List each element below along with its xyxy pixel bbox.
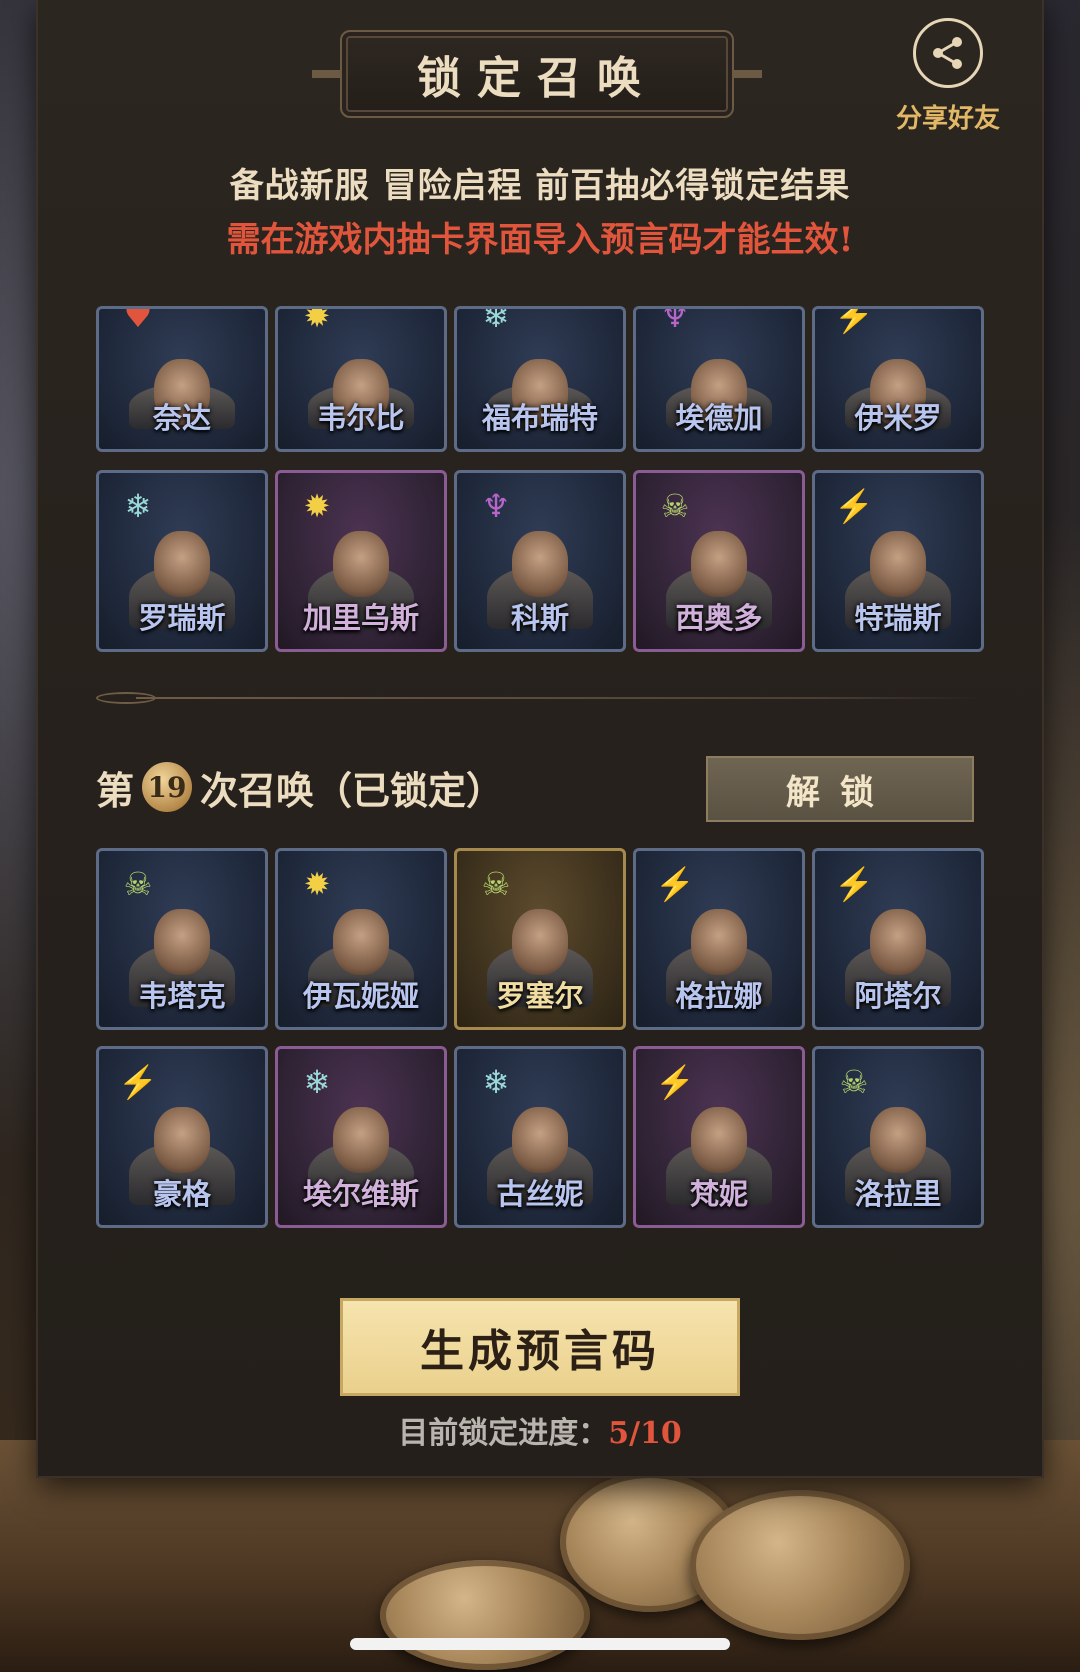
unlock-button[interactable]: 解锁 <box>706 756 974 822</box>
hero-name: 梵妮 <box>689 1177 748 1211</box>
home-indicator[interactable] <box>350 1638 730 1650</box>
bolt-icon: ⚡ <box>834 487 874 525</box>
hero-name: 罗瑞斯 <box>138 601 226 635</box>
hero-card[interactable]: ❄ 福布瑞特 <box>454 306 626 452</box>
hero-name: 古丝妮 <box>496 1177 584 1211</box>
hero-name: 阿塔尔 <box>854 979 942 1013</box>
hero-name: 西奥多 <box>675 601 763 635</box>
sun-icon: ✹ <box>303 487 331 525</box>
hero-card[interactable]: ♆ 科斯 <box>454 470 626 652</box>
hero-name: 伊米罗 <box>854 401 942 435</box>
frost-icon: ❄ <box>124 487 152 525</box>
hero-card[interactable]: ⚡ 格拉娜 <box>633 848 805 1030</box>
hero-card[interactable]: ⚡ 伊米罗 <box>812 306 984 452</box>
skull-icon: ☠ <box>660 487 690 525</box>
hero-card[interactable]: ⚡ 特瑞斯 <box>812 470 984 652</box>
hero-name: 特瑞斯 <box>854 601 942 635</box>
share-label[interactable]: 分享好友 <box>888 98 1008 135</box>
hero-card[interactable]: ☠ 西奥多 <box>633 470 805 652</box>
hero-card[interactable]: ✹ 韦尔比 <box>275 306 447 452</box>
sun-icon: ✹ <box>303 865 331 903</box>
coin-decoration <box>690 1490 910 1640</box>
round-heading: 第 19 次召唤（已锁定） <box>96 754 504 820</box>
generate-code-button[interactable]: 生成预言码 <box>340 1298 740 1396</box>
hero-name: 加里乌斯 <box>302 601 419 635</box>
section-divider <box>96 692 980 704</box>
progress-value: 5/10 <box>608 1416 682 1451</box>
event-subtitle: 备战新服 冒险启程 前百抽必得锁定结果 <box>229 166 851 206</box>
skull-icon: ☠ <box>123 865 153 903</box>
lock-progress: 目前锁定进度：5/10 <box>0 1408 1080 1452</box>
skull-icon: ☠ <box>839 1063 869 1101</box>
round-number-badge: 19 <box>142 762 193 812</box>
hero-card[interactable]: ☠ 韦塔克 <box>96 848 268 1030</box>
hero-card[interactable]: ⚡ 梵妮 <box>633 1046 805 1228</box>
hero-name: 豪格 <box>152 1177 211 1211</box>
hero-card[interactable]: ☠ 罗塞尔 <box>454 848 626 1030</box>
hero-card[interactable]: ❄ 罗瑞斯 <box>96 470 268 652</box>
hero-card[interactable]: ✹ 加里乌斯 <box>275 470 447 652</box>
share-icon[interactable] <box>913 18 983 88</box>
bolt-icon: ⚡ <box>655 865 695 903</box>
hero-card[interactable]: ♥ 奈达 <box>96 306 268 452</box>
hero-card[interactable]: ❄ 埃尔维斯 <box>275 1046 447 1228</box>
hero-name: 福布瑞特 <box>481 401 598 435</box>
hero-name: 韦塔克 <box>138 979 226 1013</box>
hero-name: 罗塞尔 <box>496 979 584 1013</box>
demon-icon: ♆ <box>660 306 690 335</box>
hero-card[interactable]: ♆ 埃德加 <box>633 306 805 452</box>
progress-label: 目前锁定进度： <box>398 1416 609 1451</box>
hero-name: 洛拉里 <box>854 1177 942 1211</box>
round-suffix: 次召唤（已锁定） <box>200 767 505 813</box>
hero-name: 韦尔比 <box>317 401 405 435</box>
hero-card[interactable]: ✹ 伊瓦妮娅 <box>275 848 447 1030</box>
title-plate: 锁定召唤 <box>312 30 762 118</box>
bolt-icon: ⚡ <box>118 1063 158 1101</box>
previous-roll-grid: ♥ 奈达 ✹ 韦尔比 ❄ 福布瑞特 ♆ 埃德加 ⚡ 伊米罗 ❄ 罗瑞斯 ✹ 加里乌斯 ♆ 科斯 ☠ 西奥多 ⚡ 特瑞斯 <box>96 306 984 652</box>
bolt-icon: ⚡ <box>655 1063 695 1101</box>
hero-card[interactable]: ☠ 洛拉里 <box>812 1046 984 1228</box>
frost-icon: ❄ <box>482 306 510 335</box>
round-prefix: 第 <box>96 767 135 813</box>
import-warning: 需在游戏内抽卡界面导入预言码才能生效! <box>226 220 854 260</box>
locked-roll-grid: ☠ 韦塔克 ✹ 伊瓦妮娅 ☠ 罗塞尔 ⚡ 格拉娜 ⚡ 阿塔尔 ⚡ 豪格 ❄ 埃尔维斯 ❄ 古丝妮 ⚡ 梵妮 ☠ 洛拉里 <box>96 848 984 1228</box>
sun-icon: ✹ <box>303 306 331 335</box>
skull-icon: ☠ <box>481 865 511 903</box>
frost-icon: ❄ <box>482 1063 510 1101</box>
hero-name: 埃德加 <box>675 401 763 435</box>
share-button[interactable]: 分享好友 <box>888 18 1008 135</box>
coin-decoration <box>380 1560 590 1670</box>
demon-icon: ♆ <box>481 487 511 525</box>
hero-name: 伊瓦妮娅 <box>302 979 419 1013</box>
hero-name: 奈达 <box>152 401 211 435</box>
bolt-icon: ⚡ <box>834 306 874 335</box>
fire-icon: ♥ <box>123 306 153 335</box>
bolt-icon: ⚡ <box>834 865 874 903</box>
hero-card[interactable]: ⚡ 阿塔尔 <box>812 848 984 1030</box>
hero-name: 埃尔维斯 <box>302 1177 419 1211</box>
page-title: 锁定召唤 <box>417 53 657 104</box>
hero-name: 格拉娜 <box>675 979 763 1013</box>
hero-card[interactable]: ❄ 古丝妮 <box>454 1046 626 1228</box>
hero-card[interactable]: ⚡ 豪格 <box>96 1046 268 1228</box>
hero-name: 科斯 <box>510 601 569 635</box>
frost-icon: ❄ <box>303 1063 331 1101</box>
